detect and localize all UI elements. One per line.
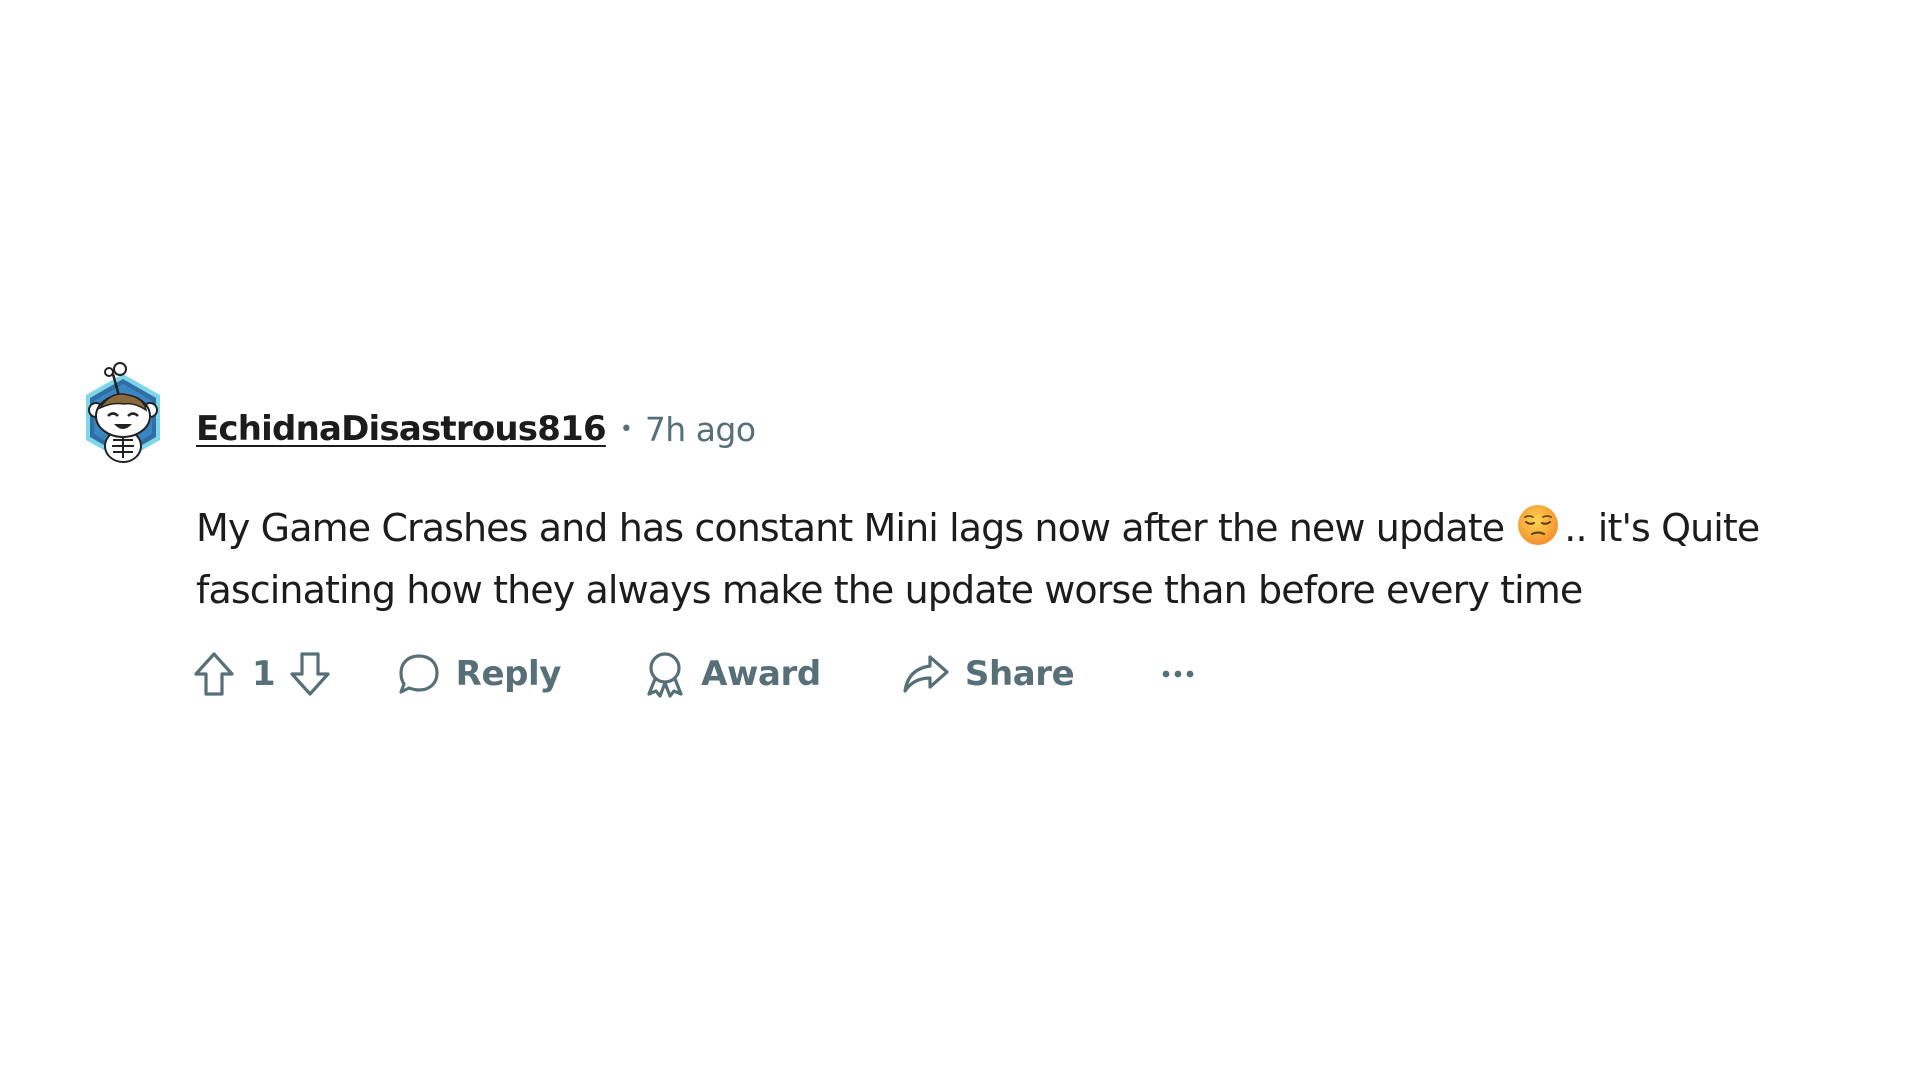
author-username[interactable]: EchidnaDisastrous816 xyxy=(196,409,607,449)
comment-text-part-1: My Game Crashes and has constant Mini la… xyxy=(196,506,1505,550)
comment-bubble-icon xyxy=(396,651,442,697)
award-label: Award xyxy=(701,654,821,694)
reply-label: Reply xyxy=(455,654,562,694)
snoo-avatar-icon xyxy=(86,362,160,463)
comment-timestamp: 7h ago xyxy=(644,409,756,449)
comment-body: My Game Crashes and has constant Mini la… xyxy=(196,497,1896,621)
meta-separator: • xyxy=(619,416,633,442)
share-arrow-icon xyxy=(901,651,951,697)
avatar[interactable] xyxy=(72,362,174,474)
share-button[interactable]: Share xyxy=(901,651,1075,697)
pensive-face-icon xyxy=(1516,503,1560,547)
comment-meta: EchidnaDisastrous816 • 7h ago xyxy=(196,404,756,454)
share-label: Share xyxy=(964,654,1075,694)
more-options-button[interactable] xyxy=(1160,668,1196,680)
downvote-icon[interactable] xyxy=(288,650,332,698)
award-ribbon-icon xyxy=(643,650,687,698)
upvote-icon[interactable] xyxy=(192,650,236,698)
award-button[interactable]: Award xyxy=(643,650,821,698)
reply-button[interactable]: Reply xyxy=(396,651,561,697)
vote-count: 1 xyxy=(252,654,276,694)
more-dots-icon xyxy=(1160,668,1196,680)
comment-actions: 1 Reply Award Share xyxy=(192,644,1196,704)
